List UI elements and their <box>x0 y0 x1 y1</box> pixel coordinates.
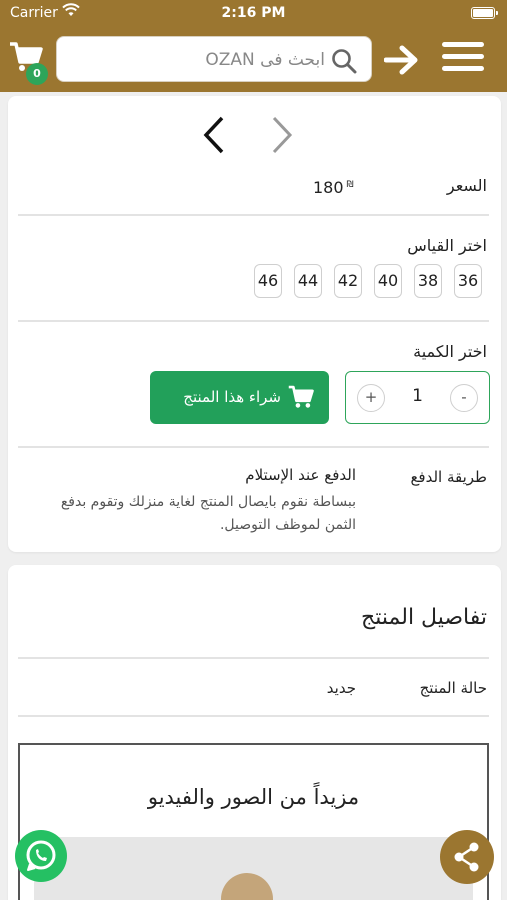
payment-method-label: طريقة الدفع <box>410 468 487 486</box>
cart-count-badge: 0 <box>26 63 48 85</box>
size-option[interactable]: 36 <box>454 264 482 298</box>
buy-product-button[interactable]: شراء هذا المنتج <box>150 371 329 424</box>
hamburger-menu-icon[interactable] <box>442 42 484 76</box>
condition-label: حالة المنتج <box>419 679 487 697</box>
chevron-left-icon <box>202 116 226 158</box>
quantity-stepper: + 1 - <box>345 371 490 424</box>
media-section: مزيداً من الصور والفيديو <box>18 743 489 900</box>
share-button[interactable] <box>440 830 494 884</box>
image-next-button[interactable] <box>270 116 294 158</box>
status-time: 2:16 PM <box>221 5 286 21</box>
back-button[interactable] <box>383 44 420 80</box>
details-title: تفاصيل المنتج <box>361 605 487 630</box>
size-option[interactable]: 38 <box>414 264 442 298</box>
product-details-card: تفاصيل المنتج حالة المنتج جديد مزيداً من… <box>8 565 501 900</box>
divider <box>18 446 489 448</box>
product-image[interactable] <box>34 837 473 900</box>
product-card: السعر 180 ₪ اختر القياس 36 38 40 42 44 46… <box>8 96 501 552</box>
divider <box>18 214 489 216</box>
quantity-label: اختر الكمية <box>413 342 487 361</box>
whatsapp-icon <box>15 840 67 886</box>
media-title: مزيداً من الصور والفيديو <box>147 785 360 809</box>
price-amount: 180 <box>313 178 344 197</box>
status-bar: Carrier 2:16 PM <box>0 0 507 28</box>
size-option[interactable]: 40 <box>374 264 402 298</box>
condition-value: جديد <box>326 679 356 697</box>
cart-icon <box>287 384 315 414</box>
image-prev-button[interactable] <box>202 116 226 158</box>
search-icon <box>331 48 357 78</box>
size-label: اختر القياس <box>407 236 487 255</box>
price-label: السعر <box>446 176 487 195</box>
chevron-right-icon <box>270 116 294 158</box>
buy-button-label: شراء هذا المنتج <box>183 388 281 406</box>
size-options: 36 38 40 42 44 46 <box>254 264 482 300</box>
divider <box>18 715 489 717</box>
model-photo <box>221 873 273 900</box>
divider <box>18 657 489 659</box>
arrow-right-icon <box>383 45 420 80</box>
divider <box>18 320 489 322</box>
payment-method-title: الدفع عند الإستلام <box>245 466 356 484</box>
battery-icon <box>471 7 498 19</box>
search-input[interactable]: ابحث فى OZAN <box>56 36 372 82</box>
search-placeholder: ابحث فى OZAN <box>205 50 325 70</box>
price-value: 180 ₪ <box>313 178 354 197</box>
app-header: 0 ابحث فى OZAN <box>0 28 507 92</box>
whatsapp-button[interactable] <box>15 830 67 882</box>
size-option[interactable]: 44 <box>294 264 322 298</box>
share-icon <box>440 842 494 888</box>
size-option[interactable]: 42 <box>334 264 362 298</box>
decrement-button[interactable]: - <box>450 384 478 412</box>
size-option[interactable]: 46 <box>254 264 282 298</box>
payment-method-description: ببساطة نقوم بايصال المنتج لغاية منزلك وت… <box>60 494 356 533</box>
currency-symbol: ₪ <box>346 179 354 190</box>
